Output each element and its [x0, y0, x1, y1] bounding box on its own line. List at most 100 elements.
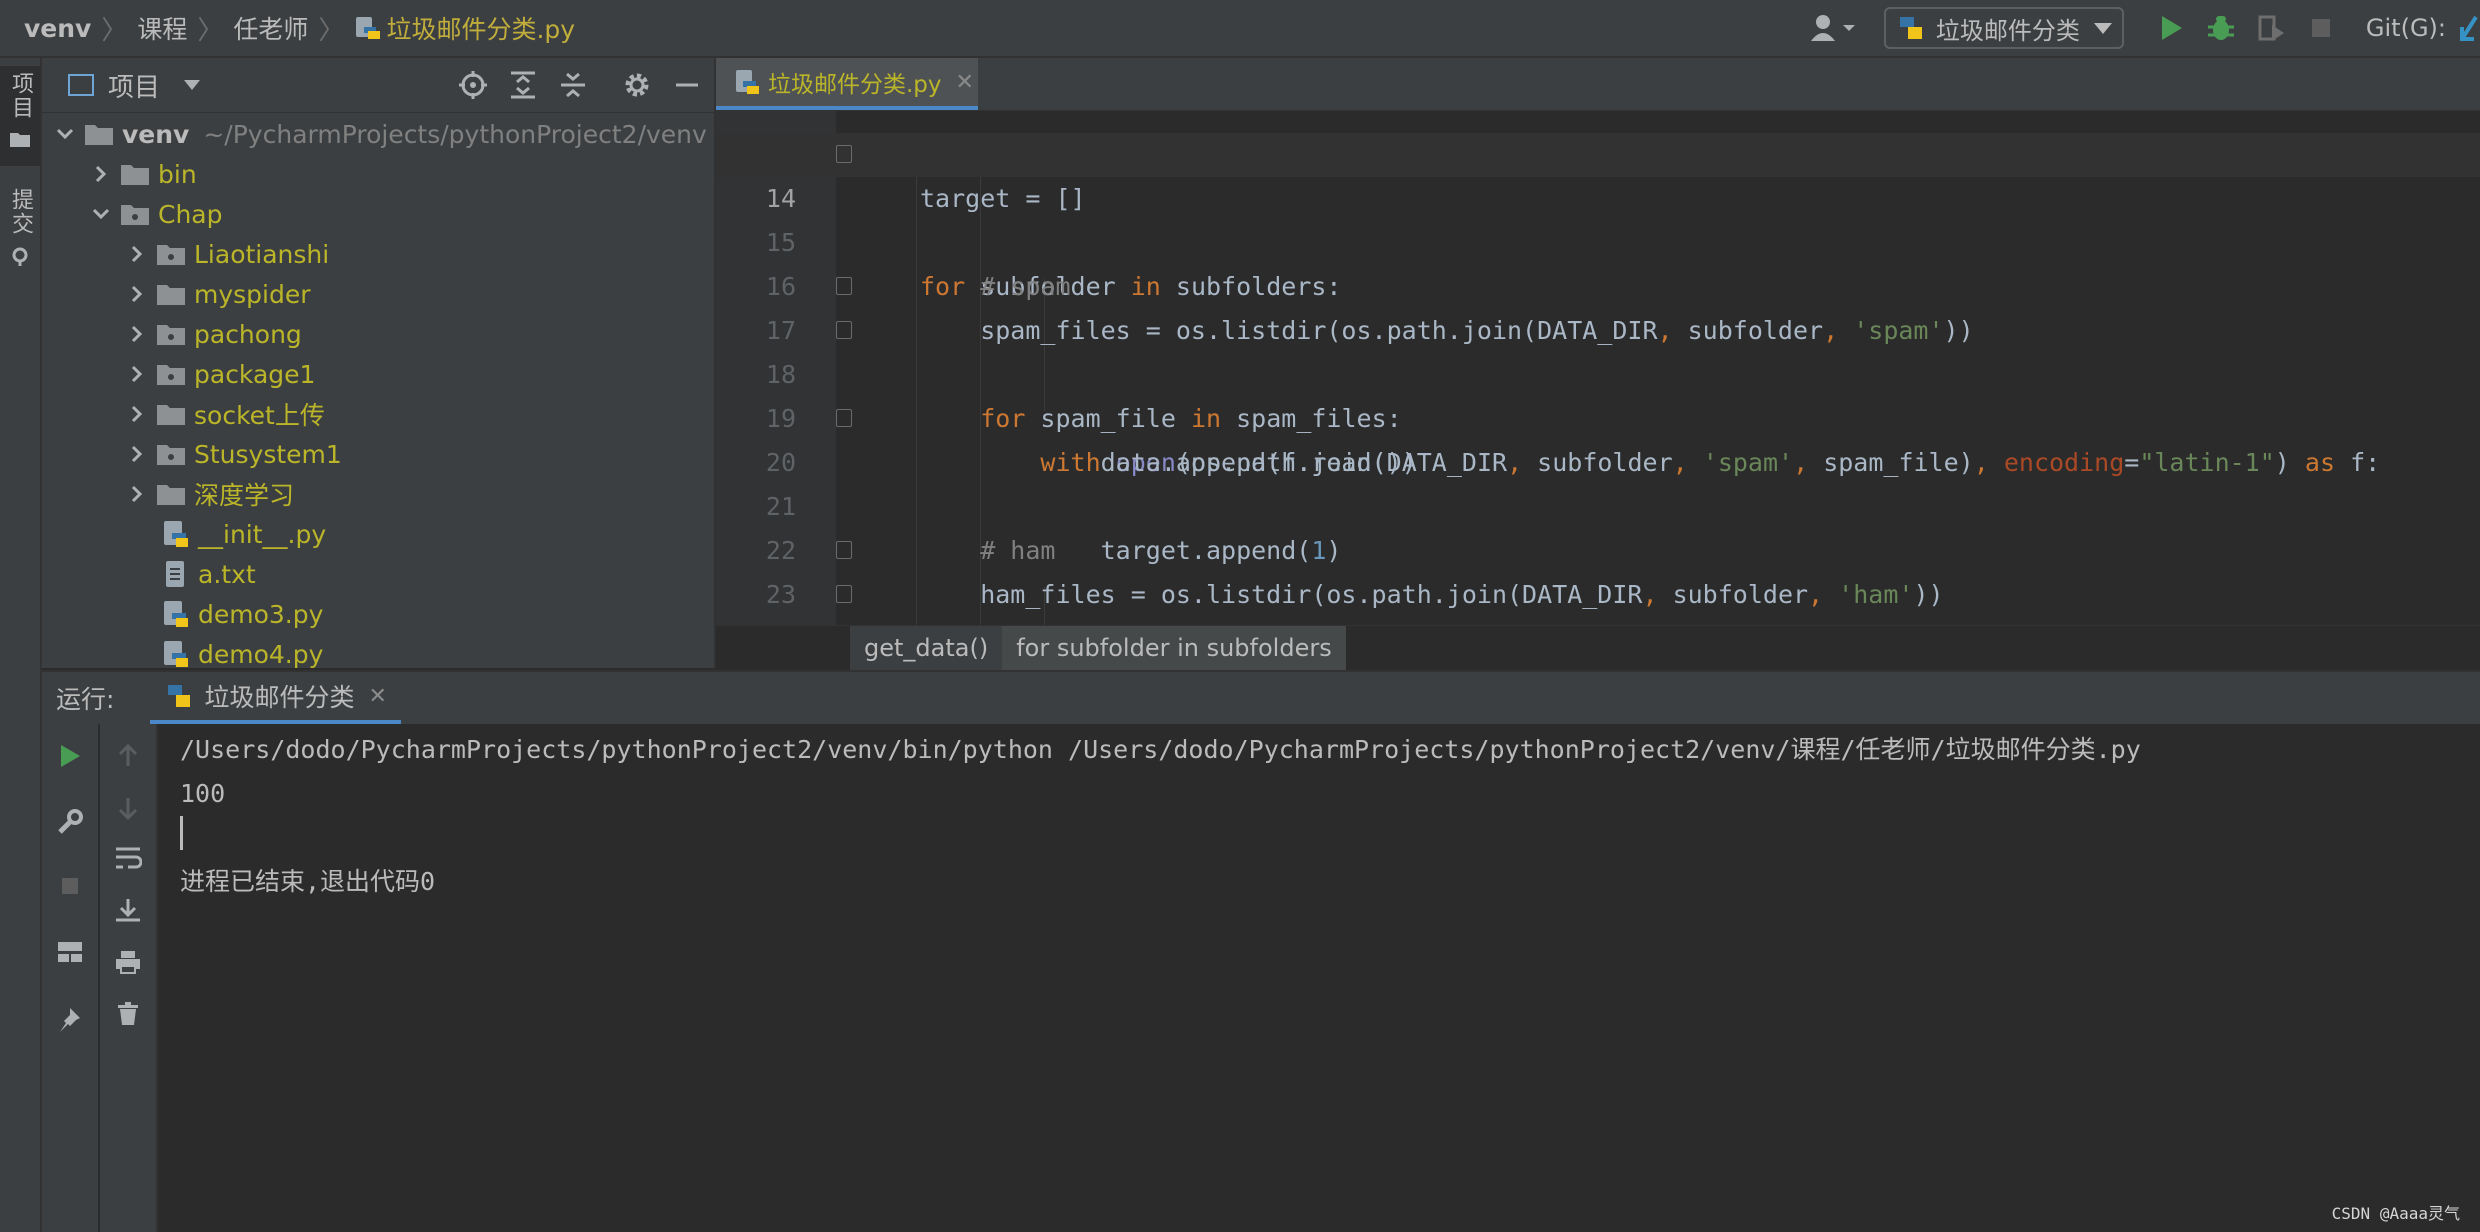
breadcrumb-loop[interactable]: for subfolder in subfolders	[1002, 626, 1346, 670]
collapse-all-button[interactable]	[556, 68, 590, 102]
stop-button[interactable]	[2304, 11, 2338, 45]
run-console[interactable]: /Users/dodo/PycharmProjects/pythonProjec…	[158, 724, 2480, 1232]
chevron-right-icon[interactable]	[86, 165, 116, 183]
scroll-down-button[interactable]	[110, 790, 146, 826]
git-label: Git(G):	[2365, 14, 2446, 42]
breadcrumb-venv[interactable]: venv	[24, 14, 91, 43]
chevron-right-icon[interactable]	[122, 485, 152, 503]
run-toolbar-secondary	[100, 724, 158, 1232]
tree-item-label: Liaotianshi	[194, 239, 330, 269]
editor-breadcrumb-bar: get_data() for subfolder in subfolders	[716, 625, 2480, 670]
rerun-button[interactable]	[52, 738, 88, 774]
debug-button[interactable]	[2204, 11, 2238, 45]
chevron-down-icon[interactable]	[50, 128, 80, 140]
breadcrumb-teacher[interactable]: 任老师	[233, 10, 308, 46]
clear-console-button[interactable]	[110, 996, 146, 1032]
print-button[interactable]	[110, 944, 146, 980]
tree-item-chap[interactable]: Chap	[42, 194, 714, 234]
text-cursor	[180, 816, 183, 850]
locate-file-button[interactable]	[456, 68, 490, 102]
tree-item-label: demo4.py	[198, 639, 324, 669]
folder-icon	[121, 165, 149, 185]
breadcrumb-separator: 〉	[197, 15, 224, 46]
run-button[interactable]	[2154, 11, 2188, 45]
python-icon	[1899, 17, 1922, 39]
chevron-right-icon[interactable]	[122, 365, 152, 383]
folder-icon	[10, 133, 30, 147]
git-update-icon[interactable]	[2458, 13, 2480, 43]
navbar-toolbar: 垃圾邮件分类 Git(G):	[1804, 0, 2480, 56]
close-icon[interactable]: ✕	[368, 684, 386, 709]
tree-item-label: Stusystem1	[194, 439, 342, 469]
coverage-button[interactable]	[2254, 11, 2288, 45]
arrow-up-icon	[118, 743, 138, 766]
tab-run-spam-classifier[interactable]: 垃圾邮件分类 ✕	[150, 672, 401, 724]
project-view-icon	[68, 74, 94, 96]
chevron-right-icon[interactable]	[122, 405, 152, 423]
tree-item-demo4-py[interactable]: demo4.py	[42, 634, 714, 674]
minimize-icon	[676, 83, 698, 87]
breadcrumb-course[interactable]: 课程	[137, 10, 187, 46]
tab-label: 垃圾邮件分类.py	[768, 72, 942, 98]
breadcrumb-separator: 〉	[318, 15, 345, 46]
layout-button[interactable]	[52, 934, 88, 970]
fold-marker-icon[interactable]	[836, 145, 852, 163]
expand-all-button[interactable]	[506, 68, 540, 102]
code-line-24: 24 with open(os.path.join(DATA_DIR, subf…	[716, 573, 2480, 625]
tree-item-liaotianshi[interactable]: Liaotianshi	[42, 234, 714, 274]
run-configuration-dropdown[interactable]: 垃圾邮件分类	[1883, 7, 2124, 49]
tree-item-deep-learning[interactable]: 深度学习	[42, 474, 714, 514]
tree-item-label: a.txt	[198, 559, 256, 589]
bug-icon	[2207, 16, 2234, 40]
chevron-right-icon[interactable]	[122, 245, 152, 263]
tab-project-label: 项目	[8, 72, 33, 120]
code-line-22: 22 ham_files = os.listdir(os.path.join(D…	[716, 485, 2480, 609]
fold-marker-icon[interactable]	[836, 409, 852, 427]
tree-item-init-py[interactable]: __init__.py	[42, 514, 714, 554]
soft-wrap-button[interactable]	[110, 840, 146, 876]
tree-item-package1[interactable]: package1	[42, 354, 714, 394]
chevron-right-icon[interactable]	[122, 285, 152, 303]
tree-item-bin[interactable]: bin	[42, 154, 714, 194]
close-icon[interactable]: ✕	[956, 70, 974, 95]
tab-project[interactable]: 项目	[0, 66, 40, 166]
tree-item-socket-upload[interactable]: socket上传	[42, 394, 714, 434]
fold-marker-icon[interactable]	[836, 321, 852, 339]
chevron-down-icon[interactable]	[184, 80, 201, 90]
fold-marker-icon[interactable]	[836, 541, 852, 559]
code-editor[interactable]: 13 target = [] 14 for subfolder in subfo…	[716, 111, 2480, 625]
run-configuration-label: 垃圾邮件分类	[1935, 16, 2080, 45]
edit-configuration-button[interactable]	[52, 804, 88, 840]
chevron-right-icon[interactable]	[122, 325, 152, 343]
project-panel-title[interactable]: 项目	[108, 67, 160, 104]
tree-item-pachong[interactable]: pachong	[42, 314, 714, 354]
folder-icon	[157, 485, 185, 505]
tree-item-label: Chap	[158, 199, 223, 229]
code-line-20: 20 target.append(1)	[716, 397, 2480, 565]
fold-marker-icon[interactable]	[836, 585, 852, 603]
tree-item-demo3-py[interactable]: demo3.py	[42, 594, 714, 634]
tree-item-myspider[interactable]: myspider	[42, 274, 714, 314]
scroll-up-button[interactable]	[110, 738, 146, 774]
hide-panel-button[interactable]	[670, 68, 704, 102]
play-icon	[2161, 16, 2182, 40]
breadcrumb-function[interactable]: get_data()	[850, 626, 1003, 670]
stop-button[interactable]	[52, 868, 88, 904]
tab-spam-classifier[interactable]: 垃圾邮件分类.py ✕	[716, 58, 978, 110]
project-panel-toolbar	[440, 58, 704, 112]
tree-item-stusystem1[interactable]: Stusystem1	[42, 434, 714, 474]
tab-commit[interactable]: 提交	[0, 182, 40, 282]
chevron-right-icon[interactable]	[122, 445, 152, 463]
account-menu-button[interactable]	[1804, 8, 1864, 48]
code-line-21: 21 # ham	[716, 441, 2480, 565]
settings-button[interactable]	[620, 68, 654, 102]
chevron-down-icon[interactable]	[86, 208, 116, 220]
fold-marker-icon[interactable]	[836, 277, 852, 295]
breadcrumb-file[interactable]: 垃圾邮件分类.py	[354, 10, 575, 46]
pin-tab-button[interactable]	[52, 1000, 88, 1036]
coverage-icon	[2258, 15, 2284, 41]
tree-item-a-txt[interactable]: a.txt	[42, 554, 714, 594]
scroll-to-end-button[interactable]	[110, 892, 146, 928]
tree-item-venv[interactable]: venv ~/PycharmProjects/pythonProject2/ve…	[42, 114, 714, 154]
python-file-icon	[164, 521, 188, 547]
